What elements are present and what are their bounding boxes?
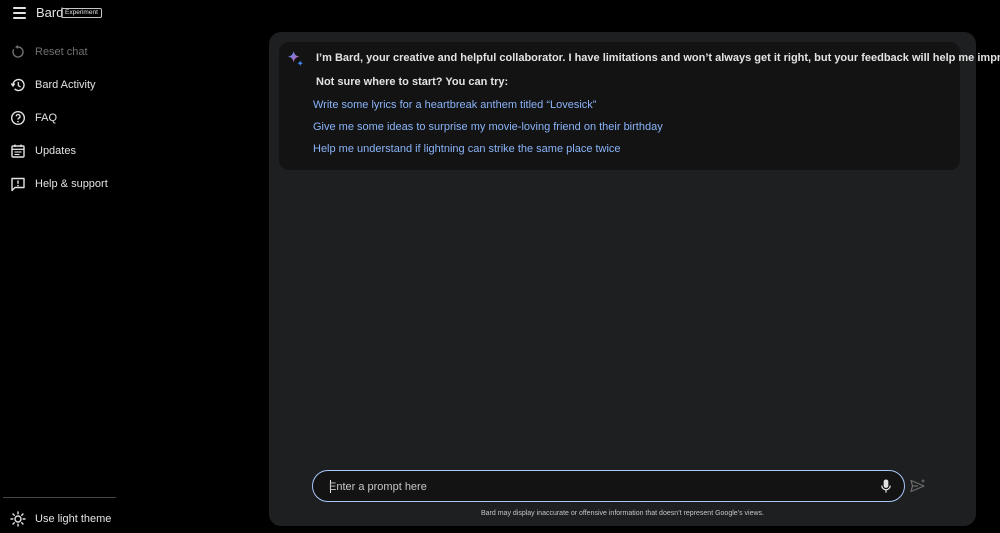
prompt-box	[312, 470, 905, 502]
microphone-icon[interactable]	[880, 479, 892, 494]
welcome-card: I’m Bard, your creative and helpful coll…	[279, 42, 1000, 170]
reset-icon	[12, 45, 24, 58]
sidebar-item-faq[interactable]: FAQ	[10, 107, 57, 129]
suggestion-link[interactable]: Give me some ideas to surprise my movie-…	[313, 121, 663, 133]
disclaimer-text: Bard may display inaccurate or offensive…	[480, 510, 764, 517]
sidebar-item-label: Reset chat	[35, 46, 88, 58]
sidebar-item-reset-chat[interactable]: Reset chat	[10, 41, 88, 63]
support-chat-icon	[11, 177, 25, 192]
sidebar-item-updates[interactable]: Updates	[10, 140, 76, 162]
theme-toggle-button[interactable]: Use light theme	[10, 508, 111, 530]
suggestion-link[interactable]: Help me understand if lightning can stri…	[313, 143, 621, 155]
sun-icon	[10, 511, 26, 527]
sidebar-item-bard-activity[interactable]: Bard Activity	[10, 74, 96, 96]
sidebar-divider	[3, 497, 116, 498]
history-icon	[10, 78, 25, 92]
send-icon[interactable]	[910, 479, 926, 493]
experiment-badge: Experiment	[61, 8, 102, 18]
suggestion-link[interactable]: Write some lyrics for a heartbreak anthe…	[313, 99, 596, 111]
calendar-icon	[11, 144, 25, 158]
sidebar-item-label: Updates	[35, 145, 76, 157]
sidebar-item-help-support[interactable]: Help & support	[10, 173, 108, 195]
sidebar-item-label: FAQ	[35, 112, 58, 124]
sidebar-item-label: Bard Activity	[35, 79, 96, 91]
intro-text: I’m Bard, your creative and helpful coll…	[316, 52, 1000, 64]
app-brand: Bard	[36, 5, 64, 20]
sidebar-item-label: Help & support	[35, 178, 108, 190]
prompt-input[interactable]	[329, 478, 849, 496]
bard-sparkle-icon	[287, 50, 304, 67]
theme-toggle-label: Use light theme	[35, 513, 112, 525]
chat-panel: I’m Bard, your creative and helpful coll…	[269, 32, 1000, 526]
suggestions-heading: Not sure where to start? You can try:	[316, 76, 509, 88]
menu-button[interactable]	[12, 6, 28, 20]
help-circle-icon	[10, 110, 26, 126]
